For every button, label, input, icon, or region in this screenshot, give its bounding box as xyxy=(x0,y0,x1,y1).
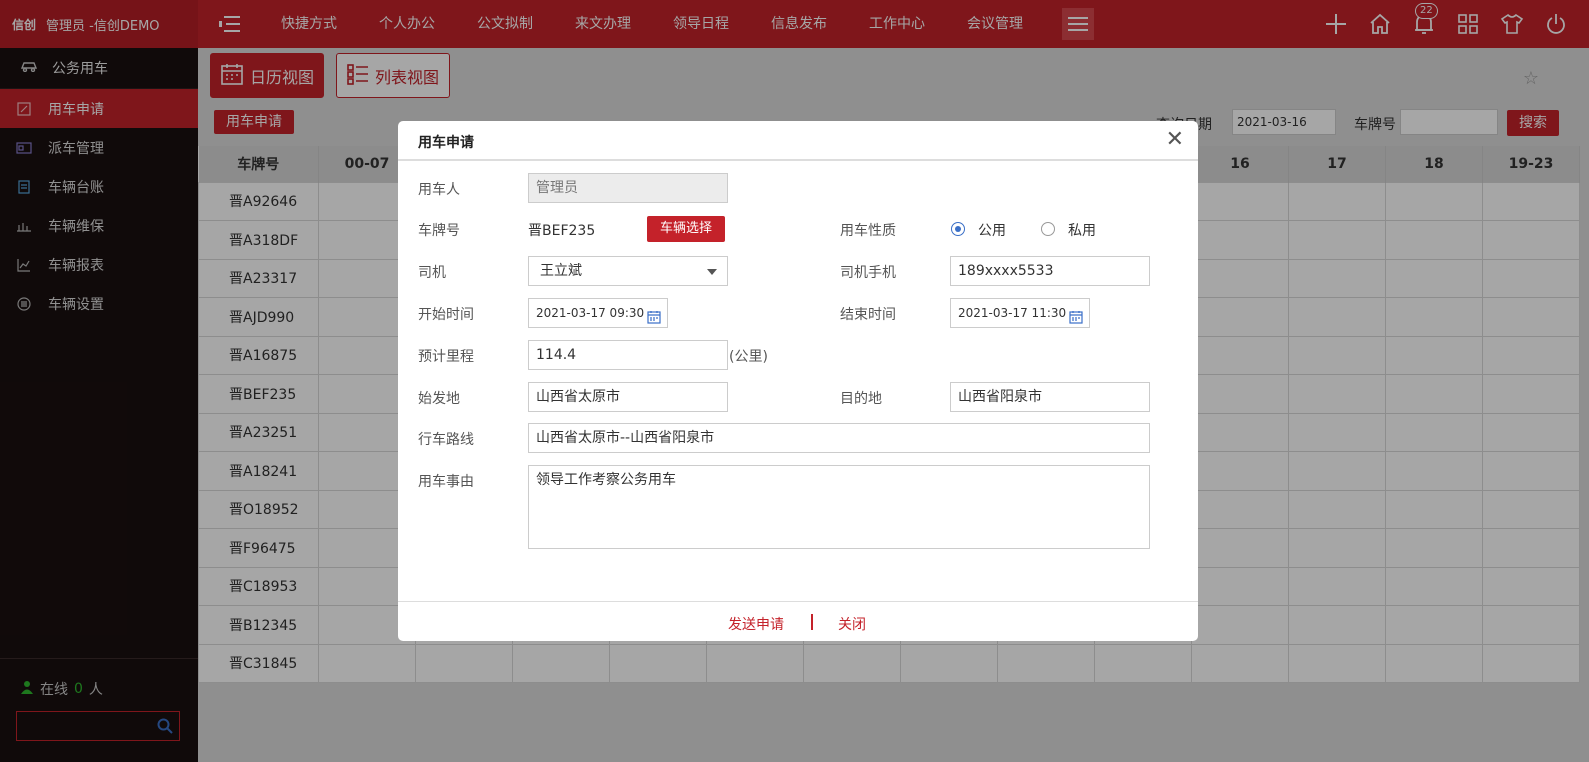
nature-public-radio[interactable] xyxy=(951,222,965,236)
calendar-icon[interactable] xyxy=(1069,306,1083,334)
mileage-unit: (公里) xyxy=(729,349,768,365)
origin-label: 始发地 xyxy=(418,391,460,407)
mileage-value: 114.4 xyxy=(536,347,577,363)
end-time-input[interactable]: 2021-03-17 11:30 xyxy=(950,298,1090,328)
mileage-input[interactable]: 114.4 xyxy=(528,340,728,370)
plate-label: 车牌号 xyxy=(418,223,460,239)
reason-textarea[interactable]: 领导工作考察公务用车 xyxy=(528,465,1150,549)
origin-value: 山西省太原市 xyxy=(536,389,620,405)
calendar-icon[interactable] xyxy=(647,306,661,334)
driver-select[interactable]: 王立斌 xyxy=(528,256,728,286)
end-time-label: 结束时间 xyxy=(840,307,896,323)
user-value: 管理员 xyxy=(536,180,578,196)
dialog-footer: 发送申请 关闭 xyxy=(398,601,1198,641)
reason-label: 用车事由 xyxy=(418,474,474,490)
phone-value: 189xxxx5533 xyxy=(958,263,1054,279)
phone-label: 司机手机 xyxy=(840,265,896,281)
driver-value: 王立斌 xyxy=(540,263,582,279)
plate-value: 晋BEF235 xyxy=(528,223,596,239)
phone-input[interactable]: 189xxxx5533 xyxy=(950,256,1150,286)
mileage-label: 预计里程 xyxy=(418,349,474,365)
user-field: 管理员 xyxy=(528,173,728,203)
end-time-value: 2021-03-17 11:30 xyxy=(958,306,1067,320)
close-button[interactable]: 关闭 xyxy=(838,614,866,634)
origin-input[interactable]: 山西省太原市 xyxy=(528,382,728,412)
dialog-header: 用车申请 ✕ xyxy=(398,121,1198,161)
start-time-input[interactable]: 2021-03-17 09:30 xyxy=(528,298,668,328)
close-icon[interactable]: ✕ xyxy=(1166,127,1184,152)
destination-value: 山西省阳泉市 xyxy=(958,389,1042,405)
nature-private-radio[interactable] xyxy=(1041,222,1055,236)
driver-label: 司机 xyxy=(418,265,446,281)
nature-public-label: 公用 xyxy=(978,223,1006,239)
start-time-value: 2021-03-17 09:30 xyxy=(536,306,645,320)
destination-label: 目的地 xyxy=(840,391,882,407)
apply-car-dialog: 用车申请 ✕ 用车人 管理员 车牌号 晋BEF235 车辆选择 用车性质 公用 … xyxy=(398,121,1198,641)
footer-divider xyxy=(811,614,813,630)
route-input[interactable]: 山西省太原市--山西省阳泉市 xyxy=(528,423,1150,453)
route-value: 山西省太原市--山西省阳泉市 xyxy=(536,430,715,446)
user-label: 用车人 xyxy=(418,182,460,198)
send-request-button[interactable]: 发送申请 xyxy=(728,614,784,634)
nature-private-label: 私用 xyxy=(1068,223,1096,239)
reason-value: 领导工作考察公务用车 xyxy=(536,472,676,488)
route-label: 行车路线 xyxy=(418,432,474,448)
start-time-label: 开始时间 xyxy=(418,307,474,323)
dialog-title: 用车申请 xyxy=(418,135,474,151)
destination-input[interactable]: 山西省阳泉市 xyxy=(950,382,1150,412)
nature-label: 用车性质 xyxy=(840,223,896,239)
vehicle-select-button[interactable]: 车辆选择 xyxy=(647,216,726,242)
chevron-down-icon xyxy=(707,269,717,275)
